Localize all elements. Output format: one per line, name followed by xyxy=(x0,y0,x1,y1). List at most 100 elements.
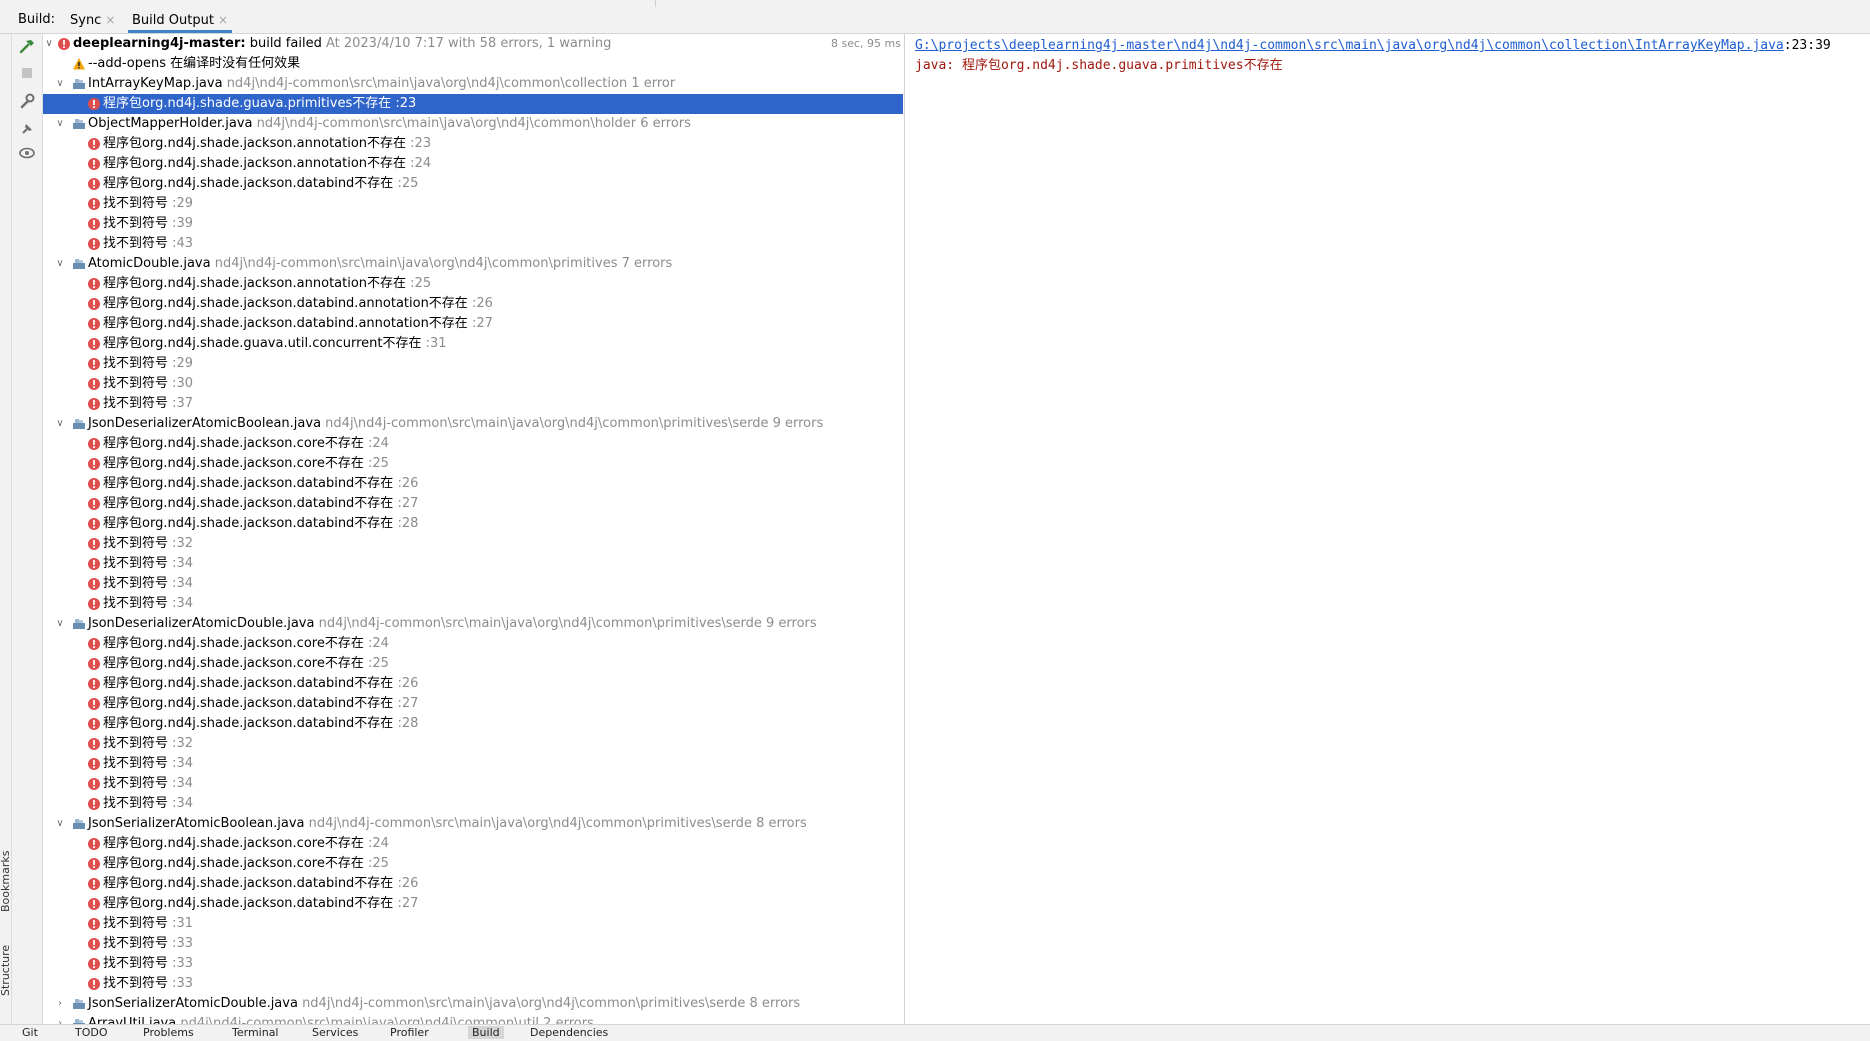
close-icon[interactable]: × xyxy=(218,13,228,27)
build-console: G:\projects\deeplearning4j-master\nd4j\n… xyxy=(904,34,1870,1024)
chevron-right-icon[interactable]: › xyxy=(53,994,67,1014)
error-node[interactable]: 程序包org.nd4j.shade.jackson.databind不存在 :2… xyxy=(43,674,903,694)
error-node[interactable]: 程序包org.nd4j.shade.guava.util.concurrent不… xyxy=(43,334,903,354)
error-node[interactable]: 找不到符号 :34 xyxy=(43,594,903,614)
error-node[interactable]: 找不到符号 :34 xyxy=(43,794,903,814)
close-icon[interactable]: × xyxy=(105,13,115,27)
error-node[interactable]: 程序包org.nd4j.shade.jackson.databind不存在 :2… xyxy=(43,894,903,914)
bookmarks-tab[interactable]: Bookmarks xyxy=(0,851,12,912)
tool-terminal[interactable]: Terminal xyxy=(232,1026,279,1039)
error-node[interactable]: 程序包org.nd4j.shade.jackson.databind不存在 :2… xyxy=(43,474,903,494)
file-node[interactable]: ∨ JsonSerializerAtomicBoolean.java nd4j\n… xyxy=(43,814,903,834)
error-node[interactable]: 找不到符号 :39 xyxy=(43,214,903,234)
file-node[interactable]: ∨ JsonDeserializerAtomicBoolean.java nd4j… xyxy=(43,414,903,434)
error-message: 程序包org.nd4j.shade.jackson.databind不存在 xyxy=(103,876,394,891)
eye-icon[interactable] xyxy=(18,144,36,162)
error-node[interactable]: 找不到符号 :33 xyxy=(43,934,903,954)
error-node[interactable]: 程序包org.nd4j.shade.jackson.databind不存在 :2… xyxy=(43,874,903,894)
error-node[interactable]: 找不到符号 :29 xyxy=(43,354,903,374)
error-node[interactable]: 程序包org.nd4j.shade.jackson.databind不存在 :2… xyxy=(43,714,903,734)
error-line: :43 xyxy=(168,236,194,251)
error-node[interactable]: 程序包org.nd4j.shade.jackson.annotation不存在 … xyxy=(43,274,903,294)
stop-icon[interactable] xyxy=(18,64,36,82)
tool-git[interactable]: Git xyxy=(22,1026,38,1039)
error-node[interactable]: 找不到符号 :31 xyxy=(43,914,903,934)
error-line: :29 xyxy=(168,356,194,371)
tool-dependencies[interactable]: Dependencies xyxy=(530,1026,608,1039)
file-node[interactable]: ∨ AtomicDouble.java nd4j\nd4j-common\src\… xyxy=(43,254,903,274)
source-file-link[interactable]: G:\projects\deeplearning4j-master\nd4j\n… xyxy=(915,38,1784,53)
file-node[interactable]: › ArrayUtil.java nd4j\nd4j-common\src\mai… xyxy=(43,1014,903,1024)
error-node[interactable]: 找不到符号 :34 xyxy=(43,574,903,594)
chevron-down-icon[interactable]: ∨ xyxy=(53,414,67,434)
error-node[interactable]: 程序包org.nd4j.shade.jackson.core不存在 :24 xyxy=(43,634,903,654)
pin-icon[interactable] xyxy=(18,120,36,138)
editor-divider xyxy=(655,0,656,7)
row-text: 找不到符号 :32 xyxy=(103,734,193,754)
build-root-node[interactable]: ∨ deeplearning4j-master: build failed At … xyxy=(43,34,903,54)
error-node[interactable]: 程序包org.nd4j.shade.jackson.annotation不存在 … xyxy=(43,154,903,174)
error-node[interactable]: 程序包org.nd4j.shade.jackson.core不存在 :25 xyxy=(43,654,903,674)
error-node[interactable]: 程序包org.nd4j.shade.jackson.annotation不存在 … xyxy=(43,134,903,154)
chevron-down-icon[interactable]: ∨ xyxy=(43,34,56,54)
tab-build-output[interactable]: Build Output × xyxy=(128,7,232,33)
error-message: 找不到符号 xyxy=(103,936,169,951)
error-node[interactable]: 程序包org.nd4j.shade.jackson.databind不存在 :2… xyxy=(43,174,903,194)
row-text: 找不到符号 :34 xyxy=(103,594,193,614)
file-node[interactable]: › JsonSerializerAtomicDouble.java nd4j\nd… xyxy=(43,994,903,1014)
error-node[interactable]: 程序包org.nd4j.shade.jackson.core不存在 :25 xyxy=(43,854,903,874)
file-node[interactable]: ∨ JsonDeserializerAtomicDouble.java nd4j\… xyxy=(43,614,903,634)
error-line: :26 xyxy=(393,876,419,891)
chevron-right-icon[interactable]: › xyxy=(53,1014,67,1024)
chevron-down-icon[interactable]: ∨ xyxy=(53,614,67,634)
error-node[interactable]: 找不到符号 :34 xyxy=(43,554,903,574)
error-node[interactable]: 程序包org.nd4j.shade.jackson.databind不存在 :2… xyxy=(43,514,903,534)
warning-node[interactable]: --add-opens 在编译时没有任何效果 xyxy=(43,54,903,74)
structure-tab[interactable]: Structure xyxy=(0,945,12,996)
row-text: 找不到符号 :29 xyxy=(103,194,193,214)
error-node[interactable]: 程序包org.nd4j.shade.jackson.core不存在 :24 xyxy=(43,434,903,454)
error-node[interactable]: 找不到符号 :29 xyxy=(43,194,903,214)
error-node[interactable]: 程序包org.nd4j.shade.jackson.databind.annot… xyxy=(43,314,903,334)
file-path: nd4j\nd4j-common\src\main\java\org\nd4j\… xyxy=(252,116,691,131)
row-text: 程序包org.nd4j.shade.jackson.core不存在 :24 xyxy=(103,634,389,654)
error-node[interactable]: 找不到符号 :43 xyxy=(43,234,903,254)
tool-profiler[interactable]: Profiler xyxy=(390,1026,429,1039)
error-line: :31 xyxy=(421,336,447,351)
error-node[interactable]: 找不到符号 :34 xyxy=(43,754,903,774)
error-node[interactable]: 找不到符号 :34 xyxy=(43,774,903,794)
file-path: nd4j\nd4j-common\src\main\java\org\nd4j\… xyxy=(176,1016,594,1024)
error-message: 找不到符号 xyxy=(103,396,169,411)
error-line: :34 xyxy=(168,776,194,791)
chevron-down-icon[interactable]: ∨ xyxy=(53,114,67,134)
hammer-icon[interactable] xyxy=(18,38,36,56)
error-node[interactable]: 找不到符号 :32 xyxy=(43,734,903,754)
tool-todo[interactable]: TODO xyxy=(75,1026,108,1039)
error-node[interactable]: 找不到符号 :33 xyxy=(43,954,903,974)
error-node[interactable]: 程序包org.nd4j.shade.jackson.databind不存在 :2… xyxy=(43,494,903,514)
wrench-icon[interactable] xyxy=(18,92,36,110)
tool-build[interactable]: Build xyxy=(468,1026,504,1039)
chevron-down-icon[interactable]: ∨ xyxy=(53,74,67,94)
error-message: 找不到符号 xyxy=(103,196,169,211)
error-node[interactable]: 程序包org.nd4j.shade.jackson.core不存在 :25 xyxy=(43,454,903,474)
error-node[interactable]: 找不到符号 :37 xyxy=(43,394,903,414)
error-node[interactable]: 程序包org.nd4j.shade.jackson.databind不存在 :2… xyxy=(43,694,903,714)
error-node[interactable]: 找不到符号 :32 xyxy=(43,534,903,554)
file-path: nd4j\nd4j-common\src\main\java\org\nd4j\… xyxy=(297,996,801,1011)
error-line: :27 xyxy=(467,316,493,331)
error-node[interactable]: 找不到符号 :33 xyxy=(43,974,903,994)
error-message: 程序包org.nd4j.shade.jackson.databind不存在 xyxy=(103,716,394,731)
file-node[interactable]: ∨ ObjectMapperHolder.java nd4j\nd4j-commo… xyxy=(43,114,903,134)
tab-sync[interactable]: Sync × xyxy=(70,7,115,33)
error-node[interactable]: 程序包org.nd4j.shade.jackson.core不存在 :24 xyxy=(43,834,903,854)
error-node[interactable]: 程序包org.nd4j.shade.jackson.databind.annot… xyxy=(43,294,903,314)
file-name: IntArrayKeyMap.java xyxy=(88,76,223,91)
tool-services[interactable]: Services xyxy=(312,1026,358,1039)
tool-problems[interactable]: Problems xyxy=(143,1026,194,1039)
error-node[interactable]: 程序包org.nd4j.shade.guava.primitives不存在 :2… xyxy=(43,94,903,114)
file-node[interactable]: ∨ IntArrayKeyMap.java nd4j\nd4j-common\sr… xyxy=(43,74,903,94)
error-node[interactable]: 找不到符号 :30 xyxy=(43,374,903,394)
chevron-down-icon[interactable]: ∨ xyxy=(53,254,67,274)
chevron-down-icon[interactable]: ∨ xyxy=(53,814,67,834)
